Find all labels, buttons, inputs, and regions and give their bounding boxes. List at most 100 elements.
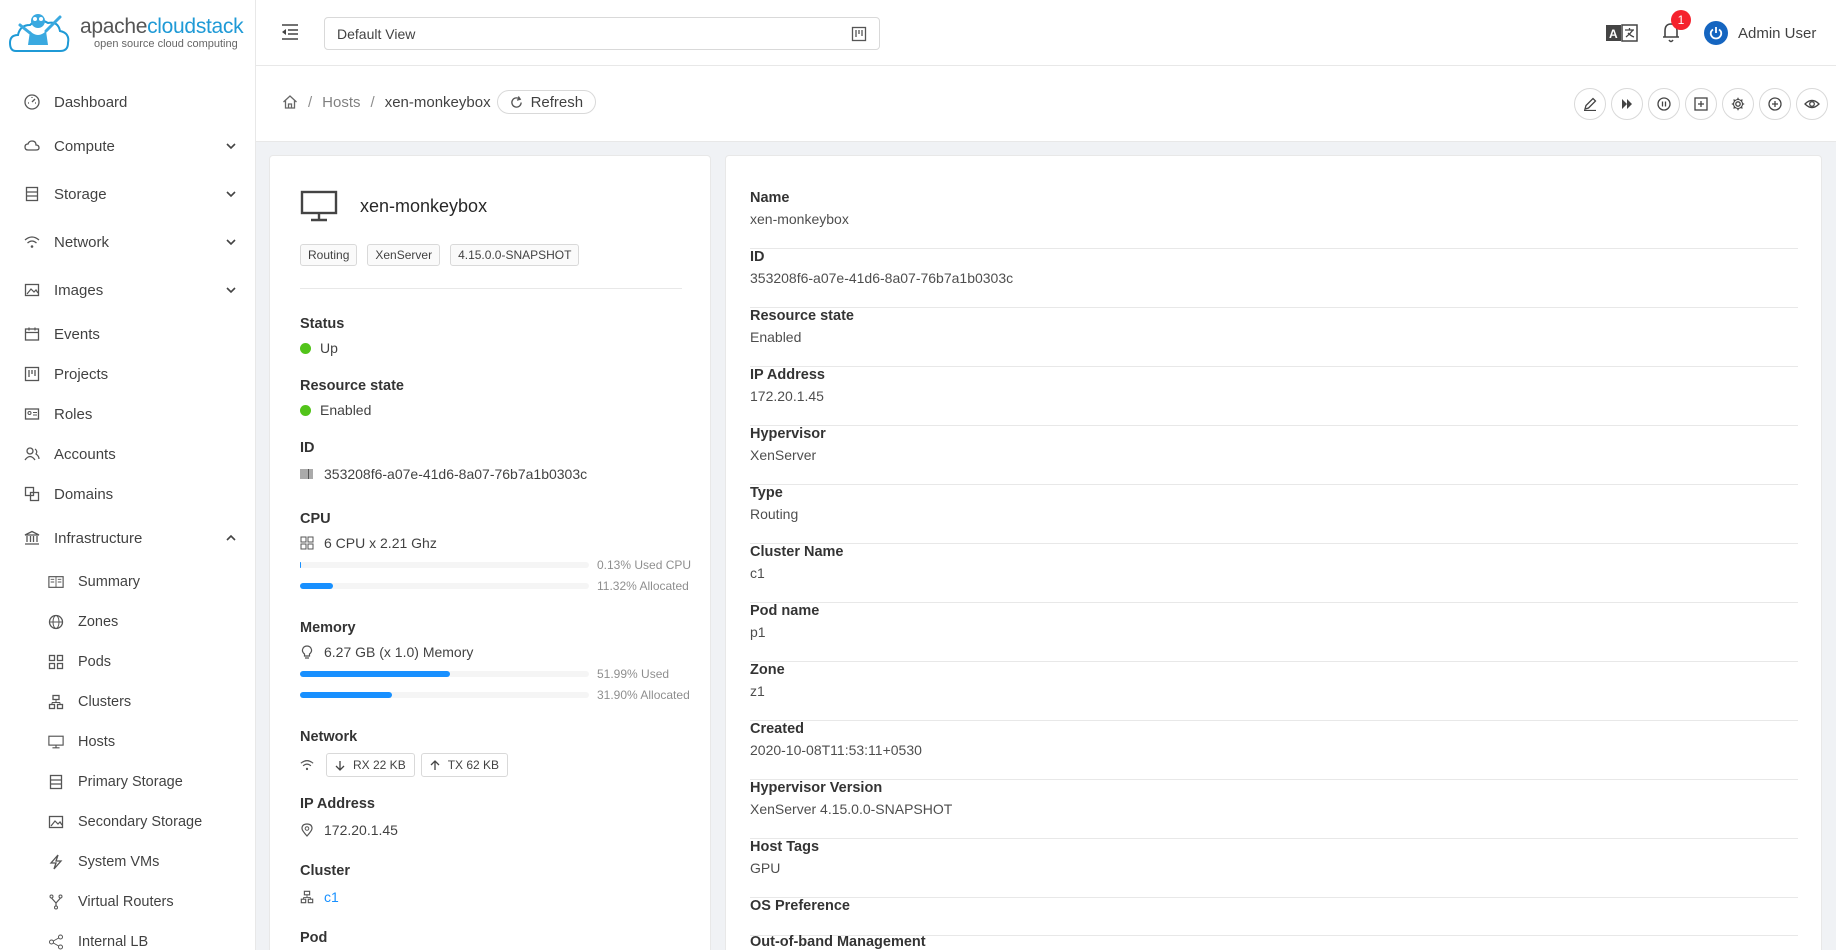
breadcrumb-separator: / — [308, 93, 313, 111]
sidebar-item-infrastructure[interactable]: Infrastructure — [0, 514, 255, 562]
sidebar-item-primary-storage[interactable]: Primary Storage — [0, 762, 255, 802]
sidebar-item-events[interactable]: Events — [0, 314, 255, 354]
sidebar-item-compute[interactable]: Compute — [0, 122, 255, 170]
sidebar-item-label: Images — [54, 281, 104, 299]
cpu-allocated-text: 11.32% Allocated — [597, 578, 689, 593]
cluster-link[interactable]: c1 — [324, 889, 339, 905]
detail-row: Hypervisor XenServer — [750, 426, 1798, 485]
sidebar-item-internal-lb[interactable]: Internal LB — [0, 922, 255, 950]
detail-row: Out-of-band Management — [750, 934, 1798, 950]
action-buttons — [1569, 88, 1828, 120]
view-button[interactable] — [1796, 88, 1828, 120]
share-icon — [48, 934, 64, 950]
sidebar-item-roles[interactable]: Roles — [0, 394, 255, 434]
cloud-icon — [24, 138, 40, 154]
desktop-icon — [48, 734, 64, 750]
sidebar-item-summary[interactable]: Summary — [0, 562, 255, 602]
idcard-icon — [24, 406, 40, 422]
refresh-label: Refresh — [530, 93, 584, 111]
detail-value: 353208f6-a07e-41d6-8a07-76b7a1b0303c — [750, 270, 1014, 286]
detail-label: Host Tags — [750, 839, 820, 855]
menu-fold-icon[interactable] — [280, 22, 300, 42]
cloudstack-logo-icon — [8, 5, 78, 61]
add-button[interactable] — [1759, 88, 1791, 120]
detail-label: Name — [750, 190, 790, 206]
refresh-button[interactable]: Refresh — [496, 90, 597, 114]
detail-value: Routing — [750, 506, 799, 522]
sidebar-item-dashboard[interactable]: Dashboard — [0, 82, 255, 122]
memory-allocated-text: 31.90% Allocated — [597, 687, 690, 702]
breadcrumb-hosts-link[interactable]: Hosts — [322, 94, 360, 111]
detail-label: Resource state — [750, 308, 854, 324]
cpu-used-bar — [300, 561, 302, 568]
sidebar-item-label: Hosts — [78, 734, 116, 750]
detail-value: p1 — [750, 624, 766, 640]
breadcrumb-separator: / — [370, 93, 375, 111]
calendar-icon — [24, 326, 40, 342]
maintenance-button[interactable] — [1685, 88, 1717, 120]
cpu-allocated-progress: 11.32% Allocated — [300, 575, 691, 596]
rx-value: RX 22 KB — [353, 758, 406, 772]
breadcrumb: / Hosts / xen-monkeybox Refresh — [282, 90, 597, 114]
sidebar-item-accounts[interactable]: Accounts — [0, 434, 255, 474]
detail-row: Name xen-monkeybox — [750, 190, 1798, 249]
sidebar-item-hosts[interactable]: Hosts — [0, 722, 255, 762]
barcode-icon[interactable] — [300, 467, 314, 481]
eye-icon — [1804, 99, 1820, 109]
host-summary-card: xen-monkeybox Routing XenServer 4.15.0.0… — [269, 155, 711, 950]
sidebar-item-projects[interactable]: Projects — [0, 354, 255, 394]
block-icon — [24, 486, 40, 502]
user-menu[interactable]: Admin User — [1704, 21, 1816, 45]
sidebar-item-storage[interactable]: Storage — [0, 170, 255, 218]
chevron-down-icon — [226, 143, 236, 150]
divider — [300, 288, 682, 289]
detail-label: Hypervisor — [750, 426, 826, 442]
sidebar-item-images[interactable]: Images — [0, 266, 255, 314]
sidebar-item-label: Storage — [54, 185, 107, 203]
edit-host-button[interactable] — [1574, 88, 1606, 120]
network-label: Network — [300, 729, 358, 745]
sidebar-item-secondary-storage[interactable]: Secondary Storage — [0, 802, 255, 842]
pause-circle-icon — [1657, 97, 1671, 111]
memory-value: 6.27 GB (x 1.0) Memory — [324, 644, 474, 660]
wifi-icon — [24, 234, 40, 250]
sidebar-item-domains[interactable]: Domains — [0, 474, 255, 514]
id-value: 353208f6-a07e-41d6-8a07-76b7a1b0303c — [324, 466, 588, 482]
translate-icon[interactable]: A — [1606, 24, 1638, 42]
view-selector[interactable]: Default View — [324, 17, 880, 50]
project-icon — [851, 26, 867, 42]
force-reconnect-button[interactable] — [1611, 88, 1643, 120]
main-menu: Dashboard Compute Storage Network Images… — [0, 82, 255, 950]
logo[interactable]: apachecloudstack open source cloud compu… — [0, 0, 255, 66]
detail-label: Type — [750, 485, 783, 501]
detail-value: 2020-10-08T11:53:11+0530 — [750, 742, 922, 758]
disable-host-button[interactable] — [1648, 88, 1680, 120]
cpu-allocated-bar — [300, 582, 333, 589]
resource-header: xen-monkeybox — [300, 190, 487, 222]
sidebar-item-clusters[interactable]: Clusters — [0, 682, 255, 722]
project-icon — [24, 366, 40, 382]
sidebar-item-zones[interactable]: Zones — [0, 602, 255, 642]
sidebar: apachecloudstack open source cloud compu… — [0, 0, 256, 950]
sidebar-item-label: Pods — [78, 654, 112, 670]
ha-settings-button[interactable] — [1722, 88, 1754, 120]
chevron-down-icon — [226, 191, 236, 198]
rx-chip: RX 22 KB — [326, 753, 415, 777]
detail-label: Zone — [750, 662, 785, 678]
detail-value: XenServer 4.15.0.0-SNAPSHOT — [750, 801, 953, 817]
thunderbolt-icon — [48, 854, 64, 870]
detail-label: Out-of-band Management — [750, 934, 926, 950]
chevron-up-icon — [226, 534, 236, 541]
sidebar-item-label: Virtual Routers — [78, 894, 174, 910]
sidebar-item-label: Events — [54, 325, 100, 343]
database-icon — [24, 186, 40, 202]
top-header: Default View A 1 Admin User — [256, 0, 1836, 66]
sidebar-item-pods[interactable]: Pods — [0, 642, 255, 682]
bulb-icon — [300, 645, 314, 659]
sidebar-item-system-vms[interactable]: System VMs — [0, 842, 255, 882]
home-icon[interactable] — [282, 94, 298, 110]
sidebar-item-network[interactable]: Network — [0, 218, 255, 266]
sidebar-item-virtual-routers[interactable]: Virtual Routers — [0, 882, 255, 922]
chevron-down-icon — [226, 287, 236, 294]
detail-row: Hypervisor Version XenServer 4.15.0.0-SNA… — [750, 780, 1798, 839]
